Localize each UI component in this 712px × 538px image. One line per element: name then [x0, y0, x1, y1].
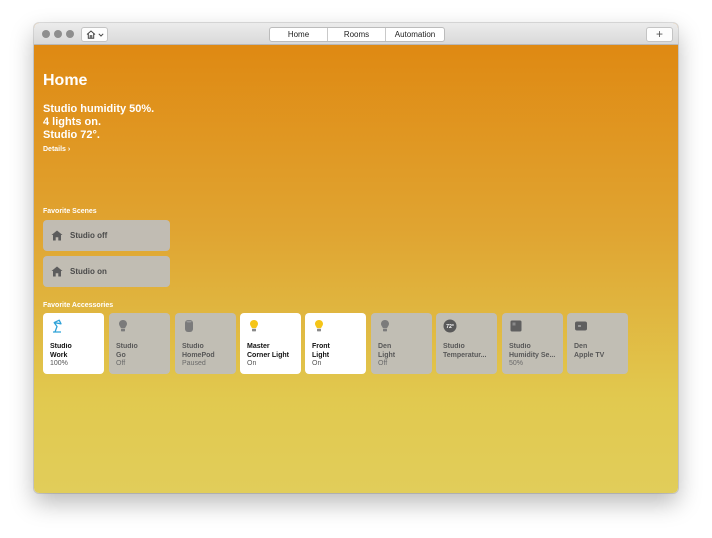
tile-name-line: Den: [574, 343, 588, 350]
bulb-icon: [315, 320, 323, 332]
tile-status: 50%: [509, 360, 524, 367]
chevron-down-icon: [97, 32, 104, 37]
bulb-icon: [250, 320, 258, 332]
minimize-window-button[interactable]: [54, 30, 62, 38]
accessory-tile-studio-homepod[interactable]: Studio HomePod Paused: [175, 313, 236, 374]
scene-studio-off[interactable]: Studio off: [43, 220, 170, 251]
tile-name: Den Light: [378, 343, 430, 360]
home-status-summary: Studio humidity 50%. 4 lights on. Studio…: [43, 103, 154, 142]
tile-name-line: Studio: [50, 343, 72, 350]
house-icon: [86, 30, 95, 39]
zoom-window-button[interactable]: [66, 30, 74, 38]
humidity-sensor-icon: [510, 320, 522, 332]
tile-status: Paused: [182, 360, 206, 367]
thermostat-reading: 72°: [446, 324, 454, 330]
tab-rooms[interactable]: Rooms: [327, 28, 385, 41]
tile-name-line: Humidity Se...: [509, 351, 556, 359]
close-window-button[interactable]: [42, 30, 50, 38]
tile-name-line: Studio: [116, 343, 138, 350]
accessory-tile-studio-work[interactable]: Studio Work 100%: [43, 313, 104, 374]
tile-name: Studio Humidity Se...: [509, 343, 561, 360]
home-window: Home Rooms Automation + Home Studio humi…: [34, 23, 678, 493]
tile-name-line: Go: [116, 351, 126, 359]
view-tabs: Home Rooms Automation: [269, 27, 445, 42]
add-button[interactable]: +: [646, 27, 673, 42]
status-line: 4 lights on.: [43, 116, 102, 128]
tile-name: Studio HomePod: [182, 343, 234, 360]
bulb-icon: [119, 320, 127, 332]
status-line: Studio 72°.: [43, 129, 100, 141]
tile-name: Den Apple TV: [574, 343, 626, 360]
scene-studio-on[interactable]: Studio on: [43, 256, 170, 287]
tile-name-line: Den: [378, 343, 392, 350]
homepod-icon: [185, 320, 193, 332]
home-switcher-button[interactable]: [81, 27, 108, 42]
tile-status: Off: [116, 360, 126, 367]
tile-name: Studio Go: [116, 343, 168, 360]
accessory-tile-studio-go[interactable]: Studio Go Off: [109, 313, 170, 374]
scene-label: Studio off: [70, 231, 108, 240]
tile-name: Front Light: [312, 343, 364, 360]
accessory-tile-studio-temperature[interactable]: 72° Studio Temperatur...: [436, 313, 497, 374]
tile-name-line: Light: [378, 351, 396, 359]
apple-tv-icon: [575, 321, 587, 331]
home-content: Home Studio humidity 50%. 4 lights on. S…: [34, 45, 678, 493]
favorite-scenes-heading: Favorite Scenes: [43, 208, 97, 215]
favorite-accessories-heading: Favorite Accessories: [43, 302, 114, 309]
tile-name-line: Temperatur...: [443, 351, 487, 359]
status-line: Studio humidity 50%.: [43, 103, 155, 115]
page-title: Home: [43, 72, 88, 89]
tab-automation[interactable]: Automation: [385, 28, 444, 41]
title-bar: Home Rooms Automation +: [34, 23, 678, 45]
tile-status: On: [247, 360, 257, 367]
tile-status: 100%: [50, 360, 68, 367]
accessory-tile-den-apple-tv[interactable]: Den Apple TV: [567, 313, 628, 374]
accessory-tile-den-light[interactable]: Den Light Off: [371, 313, 432, 374]
tile-name: Studio Temperatur...: [443, 343, 495, 360]
tile-name-line: Master: [247, 343, 270, 350]
details-link[interactable]: Details ›: [43, 146, 70, 153]
tile-name-line: Apple TV: [574, 351, 605, 359]
tab-home[interactable]: Home: [270, 28, 327, 41]
tile-status: Off: [378, 360, 388, 367]
tile-name-line: Studio: [509, 343, 531, 350]
accessory-tile-front-light[interactable]: Front Light On: [305, 313, 366, 374]
accessory-tile-master-corner-light[interactable]: Master Corner Light On: [240, 313, 301, 374]
tile-name-line: Corner Light: [247, 351, 289, 359]
tile-name-line: Studio: [182, 343, 204, 350]
house-icon: [51, 230, 63, 242]
tile-name-line: Front: [312, 343, 330, 350]
tile-name-line: Studio: [443, 343, 465, 350]
bulb-icon: [381, 320, 389, 332]
tile-status: On: [312, 360, 322, 367]
tile-name-line: HomePod: [182, 351, 215, 359]
tile-name-line: Light: [312, 351, 330, 359]
desk-lamp-icon: [53, 319, 62, 333]
tile-name: Master Corner Light: [247, 343, 299, 360]
thermostat-icon: 72°: [443, 319, 457, 333]
scene-label: Studio on: [70, 267, 107, 276]
house-icon: [51, 266, 63, 278]
tile-name-line: Work: [50, 351, 68, 359]
accessory-tile-studio-humidity-sensor[interactable]: Studio Humidity Se... 50%: [502, 313, 563, 374]
tile-name: Studio Work: [50, 343, 102, 360]
